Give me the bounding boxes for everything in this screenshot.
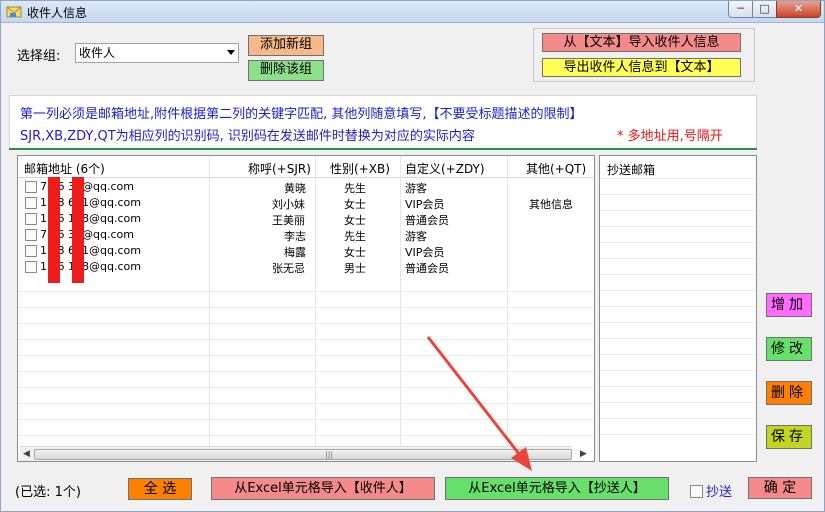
recipient-info-window: 收件人信息 ─ □ ✕ 选择组: 收件人 添加新组 删除该组 从【文本】导入收件… — [0, 0, 825, 512]
red-pointer-arrow-icon — [426, 336, 532, 471]
